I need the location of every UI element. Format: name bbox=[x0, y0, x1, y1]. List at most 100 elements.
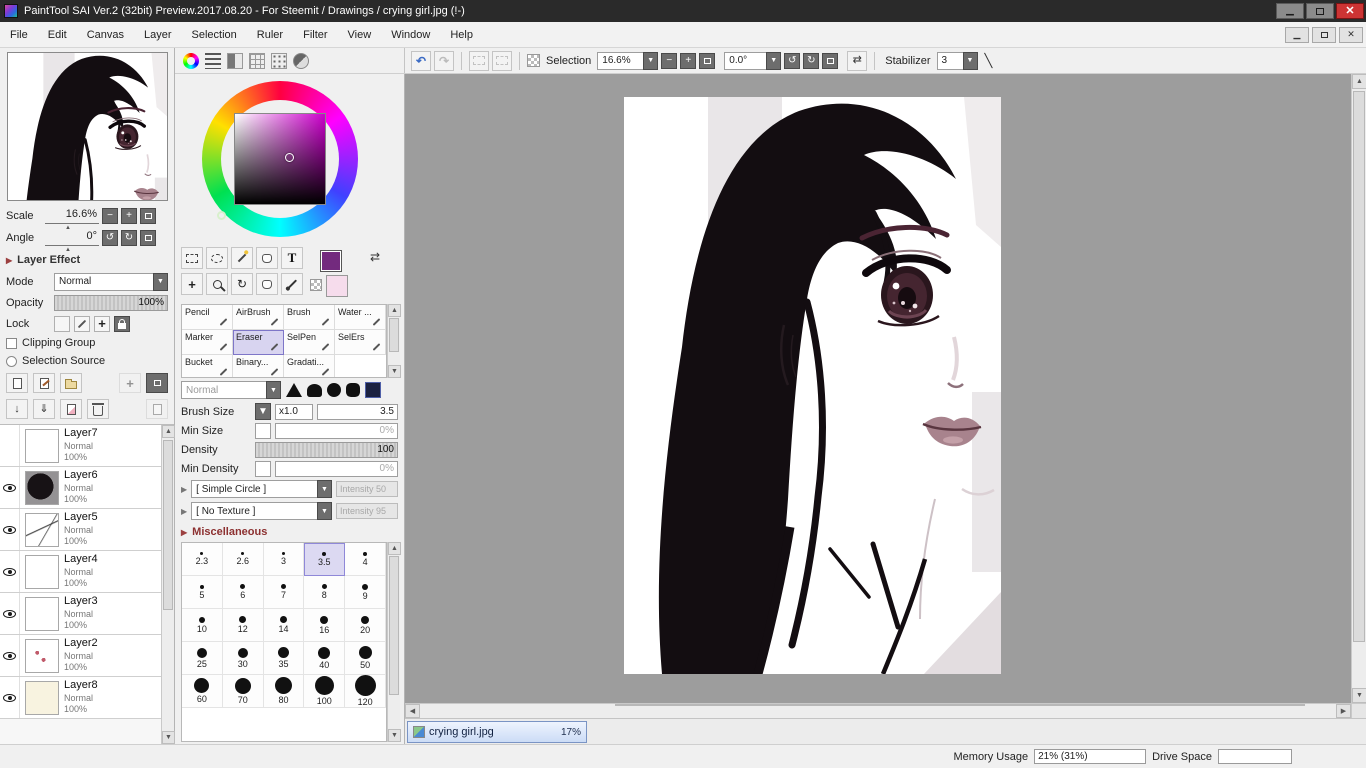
brush-size-6[interactable]: 6 bbox=[222, 576, 264, 609]
scroll-down-icon[interactable]: ▼ bbox=[162, 731, 175, 744]
brush-size-2-6[interactable]: 2.6 bbox=[222, 543, 264, 576]
scroll-up-icon[interactable]: ▲ bbox=[388, 542, 401, 555]
brush-size-8[interactable]: 8 bbox=[304, 576, 346, 609]
layer-visibility-toggle[interactable] bbox=[0, 677, 20, 718]
scrollbar-track[interactable] bbox=[162, 438, 174, 731]
menu-item-filter[interactable]: Filter bbox=[293, 22, 337, 47]
transform-layer-button[interactable]: + bbox=[119, 373, 141, 393]
hand-tool[interactable] bbox=[256, 273, 278, 295]
scroll-up-icon[interactable]: ▲ bbox=[388, 304, 401, 317]
brush-size-scrollbar[interactable]: ▲ ▼ bbox=[387, 542, 401, 742]
layer-visibility-toggle[interactable] bbox=[0, 635, 20, 676]
rotate-ccw-button[interactable]: ↺ bbox=[784, 52, 801, 69]
tool-eraser[interactable]: Eraser bbox=[233, 330, 284, 355]
tool-brush[interactable]: Brush bbox=[284, 305, 335, 330]
eyedropper-tool[interactable] bbox=[281, 273, 303, 295]
invert-selection-button[interactable] bbox=[492, 50, 512, 71]
menu-item-file[interactable]: File bbox=[0, 22, 38, 47]
deselect-button[interactable] bbox=[469, 50, 489, 71]
menu-item-window[interactable]: Window bbox=[381, 22, 440, 47]
layer-visibility-toggle[interactable] bbox=[0, 467, 20, 508]
close-button[interactable]: ✕ bbox=[1336, 3, 1364, 19]
brush-size-120[interactable]: 120 bbox=[345, 675, 386, 708]
texture-intensity-box[interactable]: Intensity 95 bbox=[336, 503, 398, 519]
brush-size-60[interactable]: 60 bbox=[182, 675, 223, 708]
menu-item-help[interactable]: Help bbox=[440, 22, 483, 47]
miscellaneous-header[interactable]: ▶ Miscellaneous bbox=[175, 522, 404, 542]
scrollbar-thumb[interactable] bbox=[389, 556, 399, 696]
zoom-reset-button[interactable] bbox=[140, 208, 156, 224]
scroll-down-icon[interactable]: ▼ bbox=[388, 729, 401, 742]
menu-item-ruler[interactable]: Ruler bbox=[247, 22, 293, 47]
brush-size-3[interactable]: 3 bbox=[263, 543, 305, 576]
sv-marker-icon[interactable] bbox=[285, 153, 294, 162]
minimize-button[interactable]: ▁ bbox=[1276, 3, 1304, 19]
angle-value-slider[interactable]: 0° bbox=[45, 230, 99, 253]
menu-item-selection[interactable]: Selection bbox=[182, 22, 247, 47]
scrollbar-track[interactable] bbox=[388, 317, 400, 365]
brush-size-70[interactable]: 70 bbox=[222, 675, 264, 708]
brush-size-9[interactable]: 9 bbox=[345, 576, 386, 609]
scrollbar-thumb[interactable] bbox=[389, 318, 399, 352]
canvas-vertical-scrollbar[interactable]: ▲ ▼ bbox=[1351, 74, 1366, 703]
undo-button[interactable]: ↶ bbox=[411, 50, 431, 71]
layer-row-layer2[interactable]: Layer2 Normal 100% bbox=[0, 635, 161, 677]
palette-grid-tab-icon[interactable] bbox=[271, 52, 287, 69]
layer-row-layer3[interactable]: Layer3 Normal 100% bbox=[0, 593, 161, 635]
merge-down-button[interactable]: ⇓ bbox=[33, 399, 55, 419]
flip-horizontal-button[interactable]: ⇄ bbox=[847, 50, 868, 71]
lasso-tool[interactable] bbox=[206, 247, 228, 269]
new-linework-layer-button[interactable] bbox=[33, 373, 55, 393]
brush-size-4[interactable]: 4 bbox=[345, 543, 386, 576]
scroll-left-icon[interactable]: ◀ bbox=[405, 704, 420, 718]
menu-item-layer[interactable]: Layer bbox=[134, 22, 182, 47]
color-mixer-tab-icon[interactable] bbox=[227, 52, 243, 69]
new-folder-button[interactable] bbox=[60, 373, 82, 393]
clear-layer-button[interactable] bbox=[60, 399, 82, 419]
layer-row-layer8[interactable]: Layer8 Normal 100% bbox=[0, 677, 161, 719]
scrollbar-thumb[interactable] bbox=[615, 704, 1305, 706]
scroll-down-icon[interactable]: ▼ bbox=[1352, 688, 1366, 703]
move-tool[interactable]: + bbox=[181, 273, 203, 295]
canvas-image[interactable] bbox=[624, 97, 1001, 674]
zoom-in-button[interactable]: + bbox=[680, 52, 697, 69]
layer-row-layer6[interactable]: Layer6 Normal 100% bbox=[0, 467, 161, 509]
rotate-view-tool[interactable]: ↻ bbox=[231, 273, 253, 295]
redo-button[interactable]: ↷ bbox=[434, 50, 454, 71]
layer-list-scrollbar[interactable]: ▲ ▼ bbox=[161, 425, 175, 744]
angle-select[interactable]: 0.0° ▼ bbox=[724, 51, 782, 70]
min-size-slider[interactable]: 0% bbox=[275, 422, 398, 439]
brush-size-14[interactable]: 14 bbox=[263, 609, 305, 642]
maximize-button[interactable] bbox=[1306, 3, 1334, 19]
tool-selers[interactable]: SelErs bbox=[335, 330, 386, 355]
layer-visibility-toggle[interactable] bbox=[0, 593, 20, 634]
brush-size-16[interactable]: 16 bbox=[304, 609, 346, 642]
stabilizer-select[interactable]: 3 ▼ bbox=[936, 51, 978, 70]
menu-item-canvas[interactable]: Canvas bbox=[77, 22, 134, 47]
document-tab[interactable]: crying girl.jpg 17% bbox=[407, 721, 587, 743]
density-slider[interactable]: 100 bbox=[255, 441, 398, 458]
canvas-viewport[interactable] bbox=[405, 74, 1351, 703]
scrollbar-track[interactable] bbox=[420, 704, 1336, 718]
shape-intensity-box[interactable]: Intensity 50 bbox=[336, 481, 398, 497]
copy-layer-button[interactable] bbox=[146, 399, 168, 419]
color-sliders-tab-icon[interactable] bbox=[205, 53, 221, 69]
brush-edge-select[interactable]: Normal ▼ bbox=[181, 381, 281, 399]
transparent-color-swatch[interactable] bbox=[310, 279, 322, 291]
disclosure-triangle-icon[interactable]: ▶ bbox=[181, 507, 187, 516]
scrollbar-track[interactable] bbox=[388, 555, 400, 729]
brush-size-25[interactable]: 25 bbox=[182, 642, 223, 675]
rotate-cw-button[interactable]: ↻ bbox=[121, 230, 137, 246]
zoom-out-button[interactable]: − bbox=[102, 208, 118, 224]
scroll-up-icon[interactable]: ▲ bbox=[1352, 74, 1366, 89]
scroll-up-icon[interactable]: ▲ bbox=[162, 425, 175, 438]
scratchpad-tab-icon[interactable] bbox=[293, 52, 309, 69]
layer-row-layer7[interactable]: Layer7 Normal 100% bbox=[0, 425, 161, 467]
primary-color-swatch[interactable] bbox=[320, 250, 342, 272]
doc-close-button[interactable]: ✕ bbox=[1339, 26, 1363, 43]
brush-size-3-5[interactable]: 3.5 bbox=[304, 543, 346, 576]
brush-size-30[interactable]: 30 bbox=[222, 642, 264, 675]
rect-select-tool[interactable] bbox=[181, 247, 203, 269]
tool-binary[interactable]: Binary... bbox=[233, 355, 284, 377]
tool-airbrush[interactable]: AirBrush bbox=[233, 305, 284, 330]
